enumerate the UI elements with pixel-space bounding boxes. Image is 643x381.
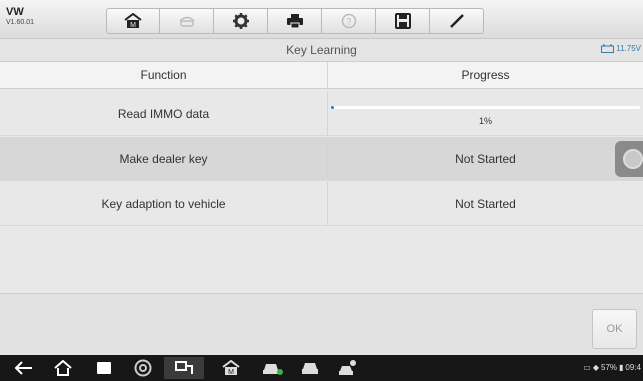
table-header: Function Progress xyxy=(0,62,643,89)
vehicle-brand: VW V1.60.01 xyxy=(6,6,35,27)
toolbar-home-button[interactable]: M xyxy=(106,8,160,34)
progress-track xyxy=(331,106,640,109)
table-row[interactable]: Key adaption to vehicle Not Started xyxy=(0,182,643,226)
printer-icon xyxy=(286,14,303,29)
software-version: V1.60.01 xyxy=(6,19,35,26)
system-status: ▭ ◆ 57% ▮ 09:4 xyxy=(583,363,641,372)
progress-bar: 1% xyxy=(328,92,643,135)
status-text: Not Started xyxy=(455,151,516,166)
function-cell: Make dealer key xyxy=(0,137,328,180)
nav-vehicle-home-button[interactable]: M xyxy=(222,359,240,377)
progress-percent: 1% xyxy=(478,116,492,126)
status-cell: Not Started xyxy=(328,137,643,180)
nav-car-button[interactable] xyxy=(300,359,320,377)
back-icon xyxy=(14,361,32,375)
svg-text:?: ? xyxy=(346,17,351,27)
nav-back-button[interactable] xyxy=(14,359,34,377)
svg-text:M: M xyxy=(130,22,136,29)
status-cell: Not Started xyxy=(328,182,643,225)
nav-home-button[interactable] xyxy=(54,359,72,377)
nav-recents-button[interactable] xyxy=(96,359,112,377)
table-empty-area xyxy=(0,227,643,294)
progress-fill xyxy=(331,106,335,109)
nav-car-owner-button[interactable] xyxy=(338,359,360,377)
brand-name: VW xyxy=(6,6,24,18)
save-icon xyxy=(394,13,411,29)
wifi-icon: ◆ xyxy=(592,363,599,372)
toolbar-vehicle-swap-button[interactable] xyxy=(160,8,214,34)
toolbar-print-button[interactable] xyxy=(268,8,322,34)
nav-remote-button[interactable] xyxy=(164,357,204,379)
progress-column-header: Progress xyxy=(461,68,510,82)
toolbar-settings-button[interactable] xyxy=(214,8,268,34)
progress-cell: 1% xyxy=(328,92,643,135)
home-icon: M xyxy=(124,13,142,29)
toolbar-help-button[interactable]: ? xyxy=(322,8,376,34)
home-icon xyxy=(54,360,72,376)
message-icon: ▭ xyxy=(583,363,591,372)
status-text: Not Started xyxy=(455,196,516,211)
voltage-value: 11.75V xyxy=(616,44,641,53)
assist-dot-icon xyxy=(623,149,643,169)
function-cell: Key adaption to vehicle xyxy=(0,182,328,225)
footer-bar: OK xyxy=(0,294,643,355)
car-icon xyxy=(302,363,318,374)
function-cell: Read IMMO data xyxy=(0,92,328,135)
help-icon: ? xyxy=(341,13,356,29)
page-title: Key Learning xyxy=(286,43,357,57)
battery-percent: 57% xyxy=(601,363,618,372)
toolbar-pen-button[interactable] xyxy=(430,8,484,34)
toolbar-buttons: M ? xyxy=(106,8,484,34)
recents-icon xyxy=(97,362,111,374)
ok-button[interactable]: OK xyxy=(592,309,637,349)
android-nav-bar: M ▭ ◆ 57% ▮ 09:4 xyxy=(0,355,643,381)
table-row[interactable]: Make dealer key Not Started xyxy=(0,137,643,181)
toolbar-save-button[interactable] xyxy=(376,8,430,34)
top-toolbar: VW V1.60.01 M ? xyxy=(0,0,643,39)
function-column-header: Function xyxy=(0,62,328,88)
battery-icon: ▮ xyxy=(619,363,624,372)
nav-browser-button[interactable] xyxy=(134,359,152,377)
vehicle-swap-icon xyxy=(178,16,195,27)
voltage-indicator: 11.75V xyxy=(601,44,641,53)
pen-icon xyxy=(449,14,464,28)
vehicle-home-icon: M xyxy=(222,360,240,376)
page-title-bar: Key Learning 11.75V xyxy=(0,39,643,62)
svg-text:M: M xyxy=(228,369,234,376)
car-person-icon xyxy=(339,360,356,375)
floating-assist-button[interactable] xyxy=(615,141,643,177)
table-row[interactable]: Read IMMO data 1% xyxy=(0,92,643,136)
car-diagnostic-icon xyxy=(263,364,283,375)
gear-icon xyxy=(232,13,249,29)
battery-voltage-icon xyxy=(601,44,615,53)
nav-diagnostics-button[interactable] xyxy=(262,359,284,377)
clock-time: 09:4 xyxy=(625,363,641,372)
chrome-icon xyxy=(134,359,152,377)
remote-icon xyxy=(175,361,193,374)
